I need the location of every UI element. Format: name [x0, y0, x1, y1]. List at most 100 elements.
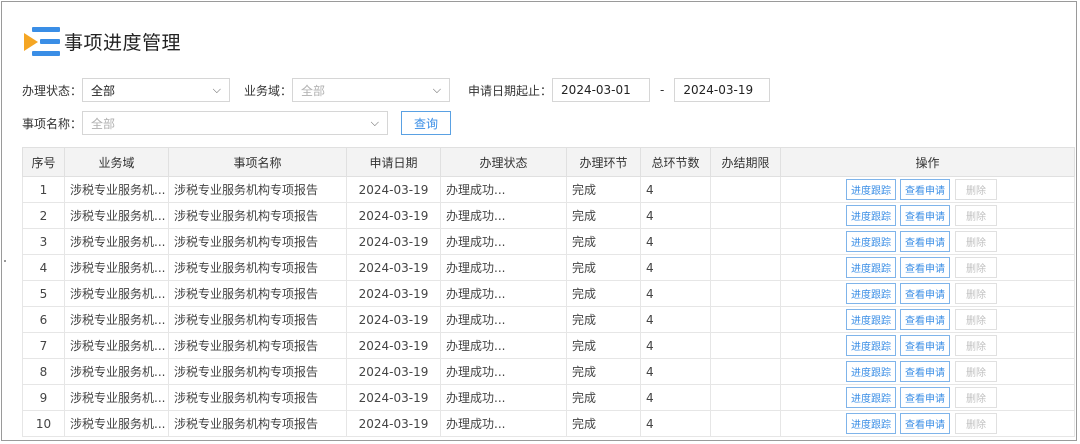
- view-application-button[interactable]: 查看申请: [900, 413, 950, 434]
- view-application-button[interactable]: 查看申请: [900, 335, 950, 356]
- delete-button[interactable]: 删除: [955, 231, 997, 252]
- cell-actions: 进度跟踪 查看申请 删除: [780, 410, 1075, 437]
- cell-item-name: 涉税专业服务机构专项报告: [168, 202, 347, 229]
- cell-actions: 进度跟踪 查看申请 删除: [780, 228, 1075, 255]
- table-row: 3 涉税专业服务机... 涉税专业服务机构专项报告 2024-03-19 办理成功...…: [22, 228, 1075, 255]
- view-application-button[interactable]: 查看申请: [900, 179, 950, 200]
- cell-status: 办理成功...: [440, 332, 567, 359]
- cell-total-steps: 4: [640, 332, 711, 359]
- delete-button[interactable]: 删除: [955, 413, 997, 434]
- delete-button[interactable]: 删除: [955, 309, 997, 330]
- cell-no: 2: [22, 202, 65, 229]
- cell-step: 完成: [566, 384, 641, 411]
- cell-date: 2024-03-19: [346, 358, 441, 385]
- cell-status: 办理成功...: [440, 176, 567, 203]
- cell-actions: 进度跟踪 查看申请 删除: [780, 254, 1075, 281]
- track-progress-button[interactable]: 进度跟踪: [846, 231, 896, 252]
- table-row: 9 涉税专业服务机... 涉税专业服务机构专项报告 2024-03-19 办理成功...…: [22, 384, 1075, 411]
- cell-deadline: [710, 228, 781, 255]
- cell-date: 2024-03-19: [346, 306, 441, 333]
- track-progress-button[interactable]: 进度跟踪: [846, 205, 896, 226]
- view-application-button[interactable]: 查看申请: [900, 361, 950, 382]
- cell-item-name: 涉税专业服务机构专项报告: [168, 332, 347, 359]
- cell-deadline: [710, 306, 781, 333]
- cell-actions: 进度跟踪 查看申请 删除: [780, 332, 1075, 359]
- cell-no: 10: [22, 410, 65, 437]
- query-button[interactable]: 查询: [401, 111, 452, 135]
- status-select[interactable]: 全部 ⌵: [82, 78, 231, 102]
- cell-status: 办理成功...: [440, 384, 567, 411]
- cell-no: 6: [22, 306, 65, 333]
- table-row: 7 涉税专业服务机... 涉税专业服务机构专项报告 2024-03-19 办理成功...…: [22, 332, 1075, 359]
- track-progress-button[interactable]: 进度跟踪: [846, 361, 896, 382]
- track-progress-button[interactable]: 进度跟踪: [846, 335, 896, 356]
- cell-total-steps: 4: [640, 384, 711, 411]
- cell-item-name: 涉税专业服务机构专项报告: [168, 254, 347, 281]
- delete-button[interactable]: 删除: [955, 179, 997, 200]
- cell-status: 办理成功...: [440, 358, 567, 385]
- track-progress-button[interactable]: 进度跟踪: [846, 387, 896, 408]
- table-row: 4 涉税专业服务机... 涉税专业服务机构专项报告 2024-03-19 办理成功...…: [22, 254, 1075, 281]
- delete-button[interactable]: 删除: [955, 283, 997, 304]
- cell-step: 完成: [566, 410, 641, 437]
- cell-date: 2024-03-19: [346, 228, 441, 255]
- track-progress-button[interactable]: 进度跟踪: [846, 257, 896, 278]
- chevron-down-icon: ⌵: [212, 83, 222, 96]
- view-application-button[interactable]: 查看申请: [900, 387, 950, 408]
- chevron-down-icon: ⌵: [370, 116, 380, 129]
- cell-item-name: 涉税专业服务机构专项报告: [168, 176, 347, 203]
- domain-placeholder: 全部: [301, 83, 326, 98]
- cell-step: 完成: [566, 280, 641, 307]
- delete-button[interactable]: 删除: [955, 335, 997, 356]
- track-progress-button[interactable]: 进度跟踪: [846, 309, 896, 330]
- cell-domain: 涉税专业服务机...: [64, 332, 169, 359]
- delete-button[interactable]: 删除: [955, 361, 997, 382]
- cell-no: 1: [22, 176, 65, 203]
- table-row: 1 涉税专业服务机... 涉税专业服务机构专项报告 2024-03-19 办理成功...…: [22, 176, 1075, 203]
- view-application-button[interactable]: 查看申请: [900, 309, 950, 330]
- cell-date: 2024-03-19: [346, 280, 441, 307]
- track-progress-button[interactable]: 进度跟踪: [846, 283, 896, 304]
- cell-date: 2024-03-19: [346, 176, 441, 203]
- domain-select[interactable]: 全部 ⌵: [292, 78, 451, 102]
- cell-domain: 涉税专业服务机...: [64, 254, 169, 281]
- cell-deadline: [710, 202, 781, 229]
- track-progress-button[interactable]: 进度跟踪: [846, 413, 896, 434]
- item-name-placeholder: 全部: [91, 116, 116, 131]
- cell-deadline: [710, 332, 781, 359]
- table-row: 5 涉税专业服务机... 涉税专业服务机构专项报告 2024-03-19 办理成功...…: [22, 280, 1075, 307]
- date-range-label: 申请日期起止：: [468, 83, 553, 98]
- cell-status: 办理成功...: [440, 228, 567, 255]
- cell-domain: 涉税专业服务机...: [64, 384, 169, 411]
- cell-date: 2024-03-19: [346, 332, 441, 359]
- delete-button[interactable]: 删除: [955, 257, 997, 278]
- cell-item-name: 涉税专业服务机构专项报告: [168, 228, 347, 255]
- cell-total-steps: 4: [640, 410, 711, 437]
- cell-step: 完成: [566, 202, 641, 229]
- cell-no: 4: [22, 254, 65, 281]
- cell-actions: 进度跟踪 查看申请 删除: [780, 202, 1075, 229]
- date-start-input[interactable]: 2024-03-01: [552, 78, 651, 102]
- cell-no: 5: [22, 280, 65, 307]
- delete-button[interactable]: 删除: [955, 205, 997, 226]
- stray-dot: [4, 260, 6, 262]
- date-separator: -: [660, 83, 665, 97]
- item-name-select[interactable]: 全部 ⌵: [82, 111, 389, 135]
- cell-deadline: [710, 384, 781, 411]
- date-end-input[interactable]: 2024-03-19: [674, 78, 771, 102]
- view-application-button[interactable]: 查看申请: [900, 257, 950, 278]
- cell-domain: 涉税专业服务机...: [64, 410, 169, 437]
- cell-domain: 涉税专业服务机...: [64, 306, 169, 333]
- delete-button[interactable]: 删除: [955, 387, 997, 408]
- status-label: 办理状态：: [22, 83, 83, 98]
- view-application-button[interactable]: 查看申请: [900, 231, 950, 252]
- cell-item-name: 涉税专业服务机构专项报告: [168, 306, 347, 333]
- item-name-label: 事项名称：: [22, 116, 83, 131]
- cell-status: 办理成功...: [440, 410, 567, 437]
- cell-total-steps: 4: [640, 358, 711, 385]
- cell-step: 完成: [566, 176, 641, 203]
- table-row: 10 涉税专业服务机... 涉税专业服务机构专项报告 2024-03-19 办理成功..…: [22, 410, 1075, 437]
- view-application-button[interactable]: 查看申请: [900, 205, 950, 226]
- view-application-button[interactable]: 查看申请: [900, 283, 950, 304]
- track-progress-button[interactable]: 进度跟踪: [846, 179, 896, 200]
